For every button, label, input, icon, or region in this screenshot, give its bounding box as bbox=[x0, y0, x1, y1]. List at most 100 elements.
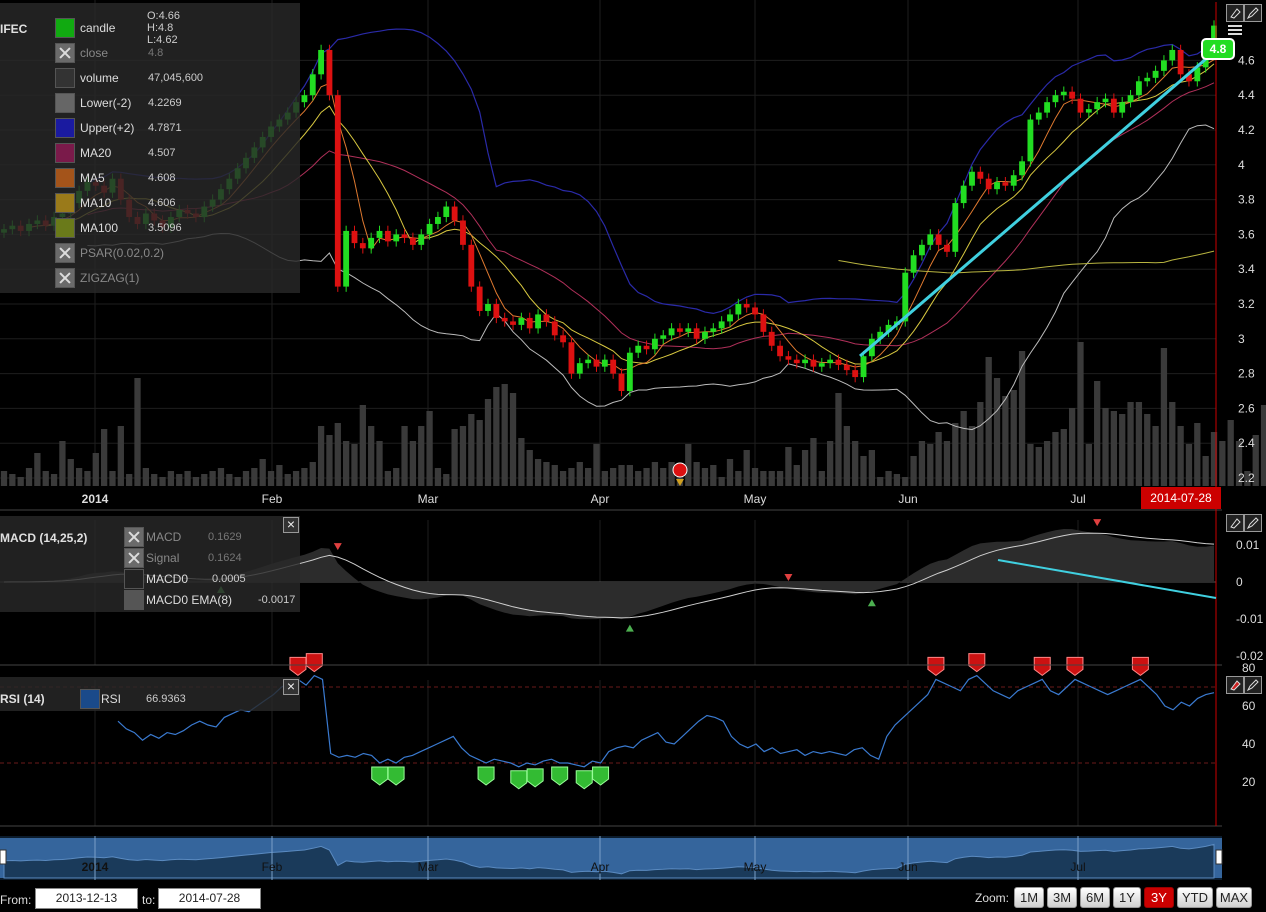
candle-body[interactable] bbox=[551, 321, 558, 336]
candle-body[interactable] bbox=[760, 314, 767, 332]
candle-body[interactable] bbox=[376, 230, 383, 238]
candle-body[interactable] bbox=[518, 317, 525, 325]
candle-body[interactable] bbox=[852, 370, 859, 378]
candle-body[interactable] bbox=[485, 304, 491, 311]
candle-body[interactable] bbox=[1177, 49, 1184, 75]
candle-body[interactable] bbox=[818, 363, 825, 367]
main-legend-swatch-9[interactable] bbox=[55, 243, 75, 263]
candle-body[interactable] bbox=[710, 328, 717, 332]
candle-body[interactable] bbox=[568, 342, 575, 374]
candle-body[interactable] bbox=[1077, 98, 1084, 113]
candle-body[interactable] bbox=[651, 338, 658, 350]
candle-body[interactable] bbox=[1110, 98, 1117, 113]
draw-tool-button[interactable] bbox=[1244, 4, 1262, 22]
candle-body[interactable] bbox=[677, 328, 683, 332]
candle-body[interactable] bbox=[1085, 109, 1092, 113]
candle-body[interactable] bbox=[1119, 102, 1126, 113]
candle-body[interactable] bbox=[935, 234, 942, 245]
candle-body[interactable] bbox=[977, 171, 984, 179]
candle-body[interactable] bbox=[735, 304, 742, 315]
candle-body[interactable] bbox=[919, 244, 925, 256]
candle-body[interactable] bbox=[1044, 102, 1051, 113]
candle-body[interactable] bbox=[810, 359, 817, 367]
candle-body[interactable] bbox=[827, 359, 834, 364]
main-legend-swatch-0[interactable] bbox=[55, 18, 75, 38]
candle-body[interactable] bbox=[1019, 161, 1025, 176]
from-date-input[interactable]: 2013-12-13 bbox=[35, 888, 138, 909]
main-legend-swatch-7[interactable] bbox=[55, 193, 75, 213]
candle-body[interactable] bbox=[944, 244, 950, 252]
candle-body[interactable] bbox=[560, 335, 567, 343]
candle-body[interactable] bbox=[501, 317, 508, 322]
rsi-draw-button[interactable] bbox=[1244, 676, 1262, 694]
candle-body[interactable] bbox=[1127, 95, 1134, 103]
candle-body[interactable] bbox=[543, 314, 550, 322]
main-legend-swatch-4[interactable] bbox=[55, 118, 75, 138]
candle-body[interactable] bbox=[610, 359, 617, 374]
candle-body[interactable] bbox=[359, 243, 366, 249]
candle-body[interactable] bbox=[743, 304, 750, 308]
candle-body[interactable] bbox=[326, 49, 333, 96]
candle-body[interactable] bbox=[601, 359, 608, 367]
zoom-button-3y[interactable]: 3Y bbox=[1144, 887, 1174, 908]
candle-body[interactable] bbox=[1169, 49, 1176, 61]
rsi-close-button[interactable]: × bbox=[283, 679, 299, 695]
candle-body[interactable] bbox=[435, 217, 441, 224]
macd-legend-swatch-0[interactable] bbox=[124, 527, 144, 547]
navigator-left-handle[interactable] bbox=[0, 849, 7, 865]
candle-body[interactable] bbox=[985, 178, 992, 190]
candle-body[interactable] bbox=[660, 335, 667, 339]
candle-body[interactable] bbox=[526, 317, 533, 329]
candle-body[interactable] bbox=[426, 223, 433, 235]
candle-body[interactable] bbox=[952, 203, 959, 252]
candle-body[interactable] bbox=[1152, 70, 1159, 78]
main-legend-swatch-10[interactable] bbox=[55, 268, 75, 288]
candle-body[interactable] bbox=[309, 74, 316, 96]
candle-body[interactable] bbox=[1161, 60, 1167, 71]
zoom-button-3m[interactable]: 3M bbox=[1047, 887, 1077, 908]
candle-body[interactable] bbox=[702, 331, 708, 339]
candle-body[interactable] bbox=[618, 373, 625, 391]
candle-body[interactable] bbox=[718, 321, 725, 329]
candle-body[interactable] bbox=[585, 359, 592, 364]
candle-body[interactable] bbox=[476, 286, 483, 311]
candle-body[interactable] bbox=[301, 95, 308, 103]
candle-body[interactable] bbox=[460, 220, 466, 245]
menu-button[interactable] bbox=[1226, 22, 1244, 40]
candle-body[interactable] bbox=[910, 255, 917, 273]
navigator[interactable]: 2014 Feb Mar Apr May Jun Jul bbox=[0, 836, 1223, 880]
candle-body[interactable] bbox=[409, 237, 416, 245]
zoom-button-max[interactable]: MAX bbox=[1216, 887, 1252, 908]
candle-body[interactable] bbox=[793, 359, 800, 364]
macd-eraser-button[interactable] bbox=[1226, 514, 1244, 532]
candle-body[interactable] bbox=[1060, 91, 1067, 96]
macd-draw-button[interactable] bbox=[1244, 514, 1262, 532]
candle-body[interactable] bbox=[1094, 102, 1101, 110]
candle-body[interactable] bbox=[785, 356, 792, 360]
candle-body[interactable] bbox=[693, 328, 700, 339]
candle-body[interactable] bbox=[752, 307, 758, 315]
candle-body[interactable] bbox=[443, 206, 450, 217]
candle-body[interactable] bbox=[401, 234, 408, 238]
main-legend-swatch-5[interactable] bbox=[55, 143, 75, 163]
macd-close-button[interactable]: × bbox=[283, 517, 299, 533]
rsi-eraser-button[interactable] bbox=[1226, 676, 1244, 694]
candle-body[interactable] bbox=[418, 234, 425, 245]
candle-body[interactable] bbox=[535, 314, 541, 329]
zoom-button-1y[interactable]: 1Y bbox=[1113, 887, 1141, 908]
candle-body[interactable] bbox=[843, 364, 850, 371]
candle-body[interactable] bbox=[334, 95, 341, 287]
candle-body[interactable] bbox=[1052, 95, 1059, 103]
main-legend-swatch-3[interactable] bbox=[55, 93, 75, 113]
candle-body[interactable] bbox=[994, 182, 1000, 190]
main-legend-swatch-1[interactable] bbox=[55, 43, 75, 63]
candle-body[interactable] bbox=[860, 356, 867, 378]
candle-body[interactable] bbox=[626, 352, 633, 391]
candle-body[interactable] bbox=[635, 345, 642, 353]
candle-body[interactable] bbox=[777, 345, 783, 357]
macd-legend-swatch-1[interactable] bbox=[124, 548, 144, 568]
candle-body[interactable] bbox=[1002, 182, 1009, 186]
candle-body[interactable] bbox=[927, 234, 934, 245]
candle-body[interactable] bbox=[685, 328, 692, 332]
candle-body[interactable] bbox=[1102, 98, 1109, 103]
